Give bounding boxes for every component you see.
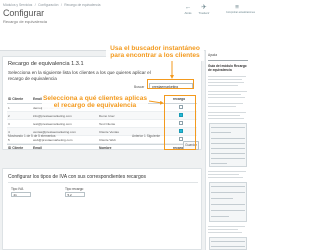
page: Módulos y Servicios / Configuración / Re… (0, 0, 255, 250)
arrow-to-checkboxes (148, 100, 164, 105)
annotation-arrows (148, 61, 174, 105)
